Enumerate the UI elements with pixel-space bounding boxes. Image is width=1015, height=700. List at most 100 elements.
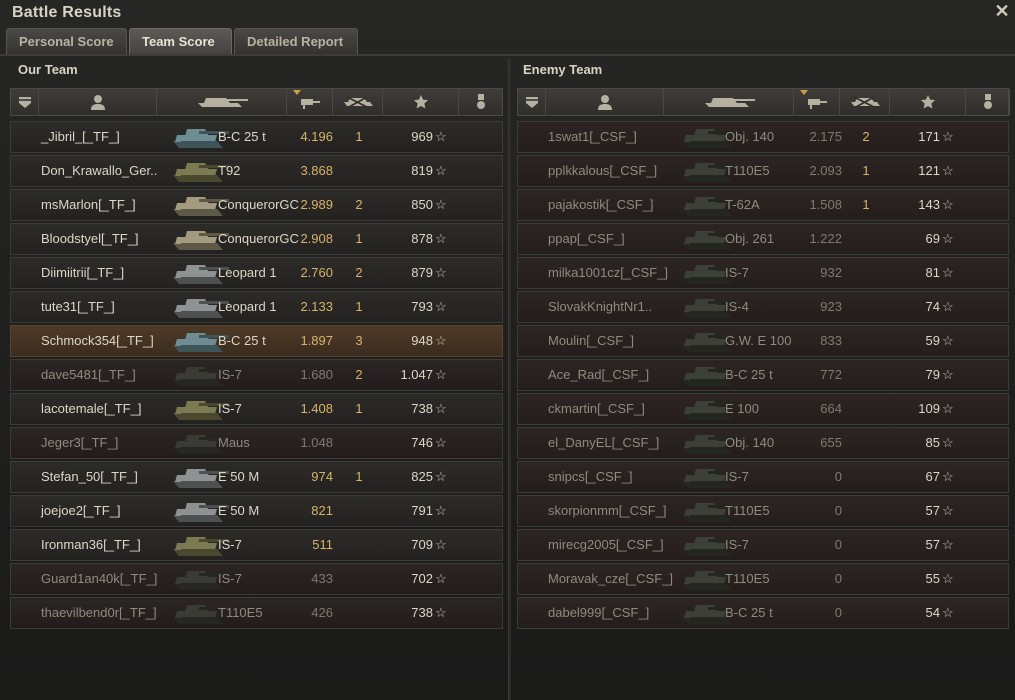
player-row[interactable]: _Jibril_[_TF_] B-C 25 t 4.196 1 969 ☆ bbox=[10, 121, 503, 153]
player-row[interactable]: Guard1an40k[_TF_] IS-7 433 702 ☆ bbox=[10, 563, 503, 595]
kills-value bbox=[854, 428, 878, 458]
player-row[interactable]: SlovakKnightNr1.. IS-4 923 74 ☆ bbox=[517, 291, 1009, 323]
player-row[interactable]: Diimiitrii[_TF_] Leopard 1 2.760 2 879 ☆ bbox=[10, 257, 503, 289]
player-row[interactable]: Don_Krawallo_Ger.. T92 3.868 819 ☆ bbox=[10, 155, 503, 187]
tank-name: T110E5 bbox=[218, 605, 263, 620]
player-icon bbox=[597, 94, 612, 110]
player-row[interactable]: tute31[_TF_] Leopard 1 2.133 1 793 ☆ bbox=[10, 291, 503, 323]
column-header-tank[interactable] bbox=[664, 89, 794, 115]
column-header-player[interactable] bbox=[546, 89, 664, 115]
damage-icon bbox=[806, 95, 828, 109]
star-icon: ☆ bbox=[435, 129, 447, 144]
xp-value: 55 bbox=[925, 571, 940, 586]
xp-value: 878 bbox=[411, 231, 433, 246]
player-row[interactable]: lacotemale[_TF_] IS-7 1.408 1 738 ☆ bbox=[10, 393, 503, 425]
player-row[interactable]: Moulin[_CSF_] G.W. E 100 833 59 ☆ bbox=[517, 325, 1009, 357]
damage-value: 772 bbox=[820, 367, 842, 382]
player-icon bbox=[90, 94, 105, 110]
tab-detailed-report[interactable]: Detailed Report bbox=[234, 28, 358, 54]
player-row[interactable]: Jeger3[_TF_] Maus 1.048 746 ☆ bbox=[10, 427, 503, 459]
player-row[interactable]: ppap[_CSF_] Obj. 261 1.222 69 ☆ bbox=[517, 223, 1009, 255]
tab-underline bbox=[0, 54, 1015, 56]
star-icon: ☆ bbox=[435, 401, 447, 416]
star-icon: ☆ bbox=[942, 605, 954, 620]
player-row[interactable]: dabel999[_CSF_] B-C 25 t 0 54 ☆ bbox=[517, 597, 1009, 629]
kills-value bbox=[854, 258, 878, 288]
tab-personal-score[interactable]: Personal Score bbox=[6, 28, 127, 54]
player-row[interactable]: thaevilbend0r[_TF_] T110E5 426 738 ☆ bbox=[10, 597, 503, 629]
column-header-star[interactable] bbox=[383, 89, 459, 115]
panel-divider bbox=[508, 58, 511, 700]
player-row[interactable]: ckmartin[_CSF_] E 100 664 109 ☆ bbox=[517, 393, 1009, 425]
column-header-medal[interactable] bbox=[459, 89, 503, 115]
kills-value bbox=[854, 462, 878, 492]
star-icon: ☆ bbox=[435, 299, 447, 314]
star-icon: ☆ bbox=[942, 367, 954, 382]
player-row[interactable]: Ironman36[_TF_] IS-7 511 709 ☆ bbox=[10, 529, 503, 561]
column-header-damage[interactable] bbox=[287, 89, 333, 115]
xp-value: 825 bbox=[411, 469, 433, 484]
tank-name: T110E5 bbox=[725, 503, 770, 518]
xp-value: 79 bbox=[925, 367, 940, 382]
player-row[interactable]: Moravak_cze[_CSF_] T110E5 0 55 ☆ bbox=[517, 563, 1009, 595]
damage-value: 833 bbox=[820, 333, 842, 348]
player-name: Ironman36[_TF_] bbox=[41, 537, 141, 552]
column-header-damage[interactable] bbox=[794, 89, 840, 115]
xp-value: 85 bbox=[925, 435, 940, 450]
player-row[interactable]: 1swat1[_CSF_] Obj. 140 2.175 2 171 ☆ bbox=[517, 121, 1009, 153]
kills-value: 2 bbox=[355, 197, 363, 212]
player-row[interactable]: snipcs[_CSF_] IS-7 0 67 ☆ bbox=[517, 461, 1009, 493]
player-row[interactable]: Schmock354[_TF_] B-C 25 t 1.897 3 948 ☆ bbox=[10, 325, 503, 357]
player-name: el_DanyEL[_CSF_] bbox=[548, 435, 660, 450]
player-row[interactable]: pajakostik[_CSF_] T-62A 1.508 1 143 ☆ bbox=[517, 189, 1009, 221]
kills-value bbox=[854, 360, 878, 390]
player-name: msMarlon[_TF_] bbox=[41, 197, 136, 212]
player-row[interactable]: skorpionmm[_CSF_] T110E5 0 57 ☆ bbox=[517, 495, 1009, 527]
xp-value: 57 bbox=[925, 537, 940, 552]
tank-name: T92 bbox=[218, 163, 241, 178]
star-icon: ☆ bbox=[435, 435, 447, 450]
xp-value: 57 bbox=[925, 503, 940, 518]
player-row[interactable]: Ace_Rad[_CSF_] B-C 25 t 772 79 ☆ bbox=[517, 359, 1009, 391]
player-name: 1swat1[_CSF_] bbox=[548, 129, 637, 144]
column-header-star[interactable] bbox=[890, 89, 966, 115]
tank-name: Leopard 1 bbox=[218, 299, 277, 314]
column-header-squad[interactable] bbox=[518, 89, 546, 115]
column-header-player[interactable] bbox=[39, 89, 157, 115]
player-row[interactable]: dave5481[_TF_] IS-7 1.680 2 1.047 ☆ bbox=[10, 359, 503, 391]
damage-value: 2.133 bbox=[300, 299, 333, 314]
kills-icon bbox=[341, 95, 375, 109]
star-icon: ☆ bbox=[435, 605, 447, 620]
damage-value: 1.680 bbox=[300, 367, 333, 382]
player-name: Bloodstyel[_TF_] bbox=[41, 231, 139, 246]
player-row[interactable]: el_DanyEL[_CSF_] Obj. 140 655 85 ☆ bbox=[517, 427, 1009, 459]
close-icon[interactable]: ✕ bbox=[993, 2, 1011, 20]
player-row[interactable]: joejoe2[_TF_] E 50 M 821 791 ☆ bbox=[10, 495, 503, 527]
player-name: snipcs[_CSF_] bbox=[548, 469, 633, 484]
player-name: skorpionmm[_CSF_] bbox=[548, 503, 667, 518]
player-row[interactable]: Stefan_50[_TF_] E 50 M 974 1 825 ☆ bbox=[10, 461, 503, 493]
xp-value: 67 bbox=[925, 469, 940, 484]
player-row[interactable]: milka1001cz[_CSF_] IS-7 932 81 ☆ bbox=[517, 257, 1009, 289]
our-team-title: Our Team bbox=[18, 62, 78, 77]
player-name: Jeger3[_TF_] bbox=[41, 435, 119, 450]
player-row[interactable]: pplkkalous[_CSF_] T110E5 2.093 1 121 ☆ bbox=[517, 155, 1009, 187]
xp-value: 969 bbox=[411, 129, 433, 144]
tank-name: T110E5 bbox=[725, 163, 770, 178]
damage-value: 655 bbox=[820, 435, 842, 450]
tank-name: T110E5 bbox=[725, 571, 770, 586]
player-row[interactable]: Bloodstyel[_TF_] ConquerorGC 2.908 1 878 ☆ bbox=[10, 223, 503, 255]
damage-value: 511 bbox=[312, 537, 333, 552]
player-row[interactable]: msMarlon[_TF_] ConquerorGC 2.989 2 850 ☆ bbox=[10, 189, 503, 221]
column-header-squad[interactable] bbox=[11, 89, 39, 115]
damage-value: 1.508 bbox=[809, 197, 842, 212]
column-header-kills[interactable] bbox=[333, 89, 383, 115]
star-icon: ☆ bbox=[942, 197, 954, 212]
column-header-medal[interactable] bbox=[966, 89, 1010, 115]
xp-value: 54 bbox=[925, 605, 940, 620]
player-row[interactable]: mirecg2005[_CSF_] IS-7 0 57 ☆ bbox=[517, 529, 1009, 561]
medal-icon bbox=[983, 94, 993, 110]
column-header-kills[interactable] bbox=[840, 89, 890, 115]
tab-team-score[interactable]: Team Score bbox=[129, 28, 232, 54]
column-header-tank[interactable] bbox=[157, 89, 287, 115]
